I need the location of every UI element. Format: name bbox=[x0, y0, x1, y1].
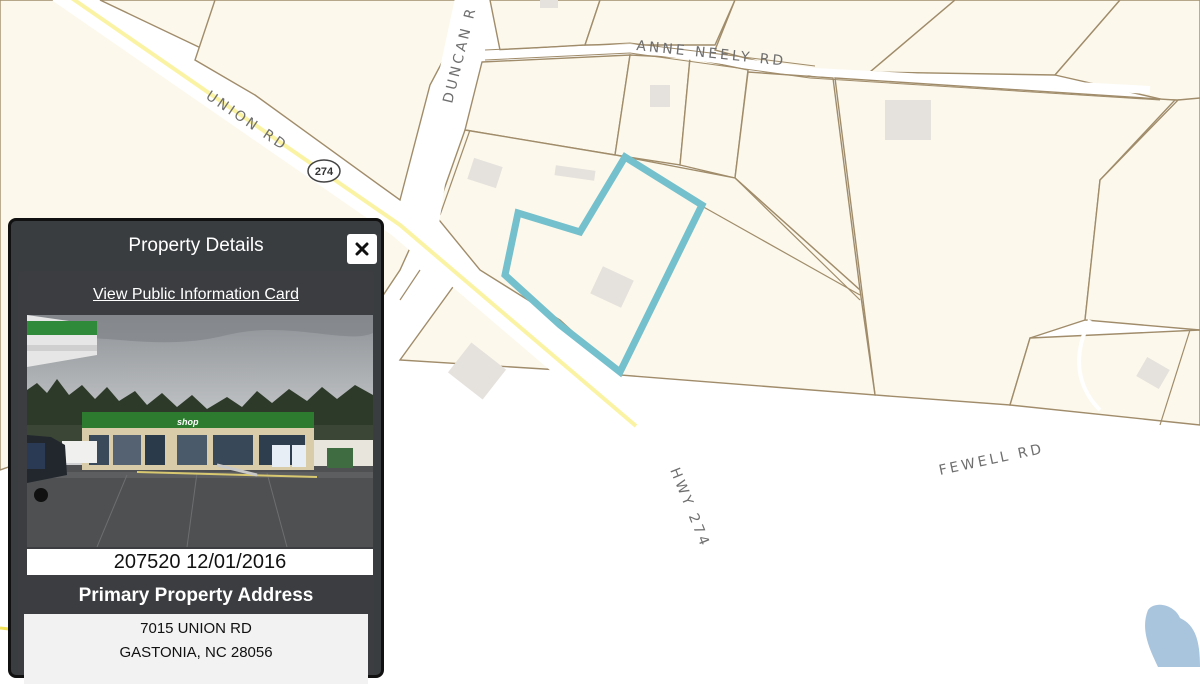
parcel bbox=[584, 0, 736, 46]
view-public-information-card-link[interactable]: View Public Information Card bbox=[18, 286, 374, 304]
building bbox=[885, 100, 931, 140]
close-icon bbox=[355, 242, 369, 256]
property-photo[interactable]: shop bbox=[27, 315, 373, 547]
address-line-2: GASTONIA, NC 28056 bbox=[119, 644, 273, 661]
route-274-shield: 274 bbox=[307, 159, 341, 183]
primary-address-box: 7015 UNION RD GASTONIA, NC 28056 bbox=[24, 614, 368, 684]
building bbox=[540, 0, 558, 8]
panel-body: View Public Information Card shop 207520… bbox=[18, 271, 374, 684]
close-button[interactable] bbox=[347, 234, 377, 264]
address-line-1: 7015 UNION RD bbox=[140, 620, 252, 637]
building bbox=[650, 85, 670, 107]
primary-address-heading: Primary Property Address bbox=[78, 585, 314, 606]
panel-title: Property Details bbox=[128, 235, 264, 256]
property-details-panel: Property Details View Public Information… bbox=[8, 218, 384, 684]
store-sign: shop bbox=[177, 417, 199, 427]
panel-header: Property Details bbox=[11, 221, 381, 271]
photo-caption: 207520 12/01/2016 bbox=[27, 549, 373, 575]
route-shield-label: 274 bbox=[315, 166, 334, 178]
